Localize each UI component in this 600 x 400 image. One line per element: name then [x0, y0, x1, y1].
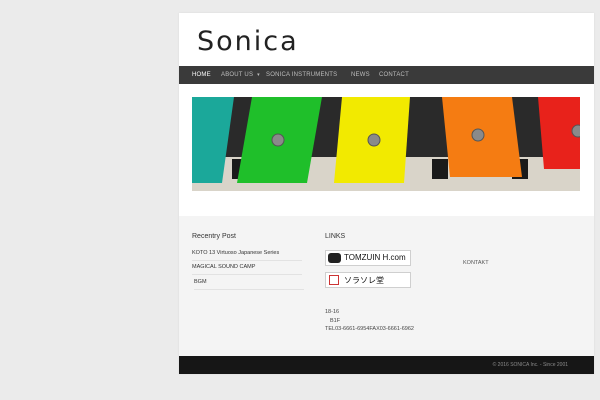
sorasoredo-link[interactable]: ソラソレ堂: [325, 272, 411, 288]
tomzuin-label: TOMZUIN H.com: [344, 253, 406, 262]
tomzuin-logo-icon: [328, 253, 341, 263]
tomzuin-link[interactable]: TOMZUIN H.com: [325, 250, 411, 266]
recent-post-label: BGM: [194, 279, 207, 285]
main-nav: HOME ABOUT US ▾ SONICA INSTRUMENTS NEWS C…: [179, 66, 594, 84]
nav-sonica-instruments[interactable]: SONICA INSTRUMENTS: [266, 66, 337, 84]
widget-area: Recentry Post KOTO 13 Virtuoso Japanese …: [179, 216, 594, 356]
links-title: LINKS: [325, 233, 346, 240]
recent-post-link[interactable]: BGM: [194, 279, 304, 290]
page-container: Sonica HOME ABOUT US ▾ SONICA INSTRUMENTS…: [179, 13, 594, 374]
footer-bar: © 2016 SONICA Inc. - Since 2001: [179, 356, 594, 374]
copyright-text: © 2016 SONICA Inc. - Since 2001: [492, 362, 568, 368]
recent-post-label: MAGICAL SOUND CAMP: [192, 264, 256, 270]
nav-news[interactable]: NEWS: [351, 66, 370, 84]
phone-fax: TEL03-6661-6954FAX03-6661-6962: [325, 326, 414, 332]
logo-text: Sonica: [197, 26, 299, 57]
nav-about-us[interactable]: ABOUT US ▾: [221, 66, 260, 84]
hero-banner: [192, 97, 580, 191]
sorasoredo-label: ソラソレ堂: [344, 276, 384, 285]
nav-news-label: NEWS: [351, 72, 370, 78]
xylophone-image: [192, 97, 580, 191]
recent-post-label: KOTO 13 Virtuoso Japanese Series: [192, 250, 280, 256]
nav-home-label: HOME: [192, 72, 211, 78]
chevron-down-icon: ▾: [257, 72, 260, 78]
kontakt-link[interactable]: KONTAKT: [463, 260, 489, 266]
address-line: 18-16: [325, 309, 340, 315]
address-line: B1F: [330, 317, 341, 324]
site-logo[interactable]: Sonica: [197, 26, 299, 57]
recent-post-link[interactable]: KOTO 13 Virtuoso Japanese Series: [192, 250, 302, 261]
nav-about-us-label: ABOUT US: [221, 72, 254, 78]
pen-logo-icon: [329, 275, 339, 285]
recent-posts-title: Recentry Post: [192, 233, 236, 240]
recent-post-link[interactable]: MAGICAL SOUND CAMP: [192, 264, 302, 275]
nav-contact[interactable]: CONTACT: [379, 66, 409, 84]
nav-contact-label: CONTACT: [379, 72, 409, 78]
nav-sonica-instruments-label: SONICA INSTRUMENTS: [266, 72, 338, 78]
nav-home[interactable]: HOME: [192, 66, 211, 84]
address-block: 18-16 B1F TEL03-6661-6954FAX03-6661-6962: [325, 308, 414, 334]
